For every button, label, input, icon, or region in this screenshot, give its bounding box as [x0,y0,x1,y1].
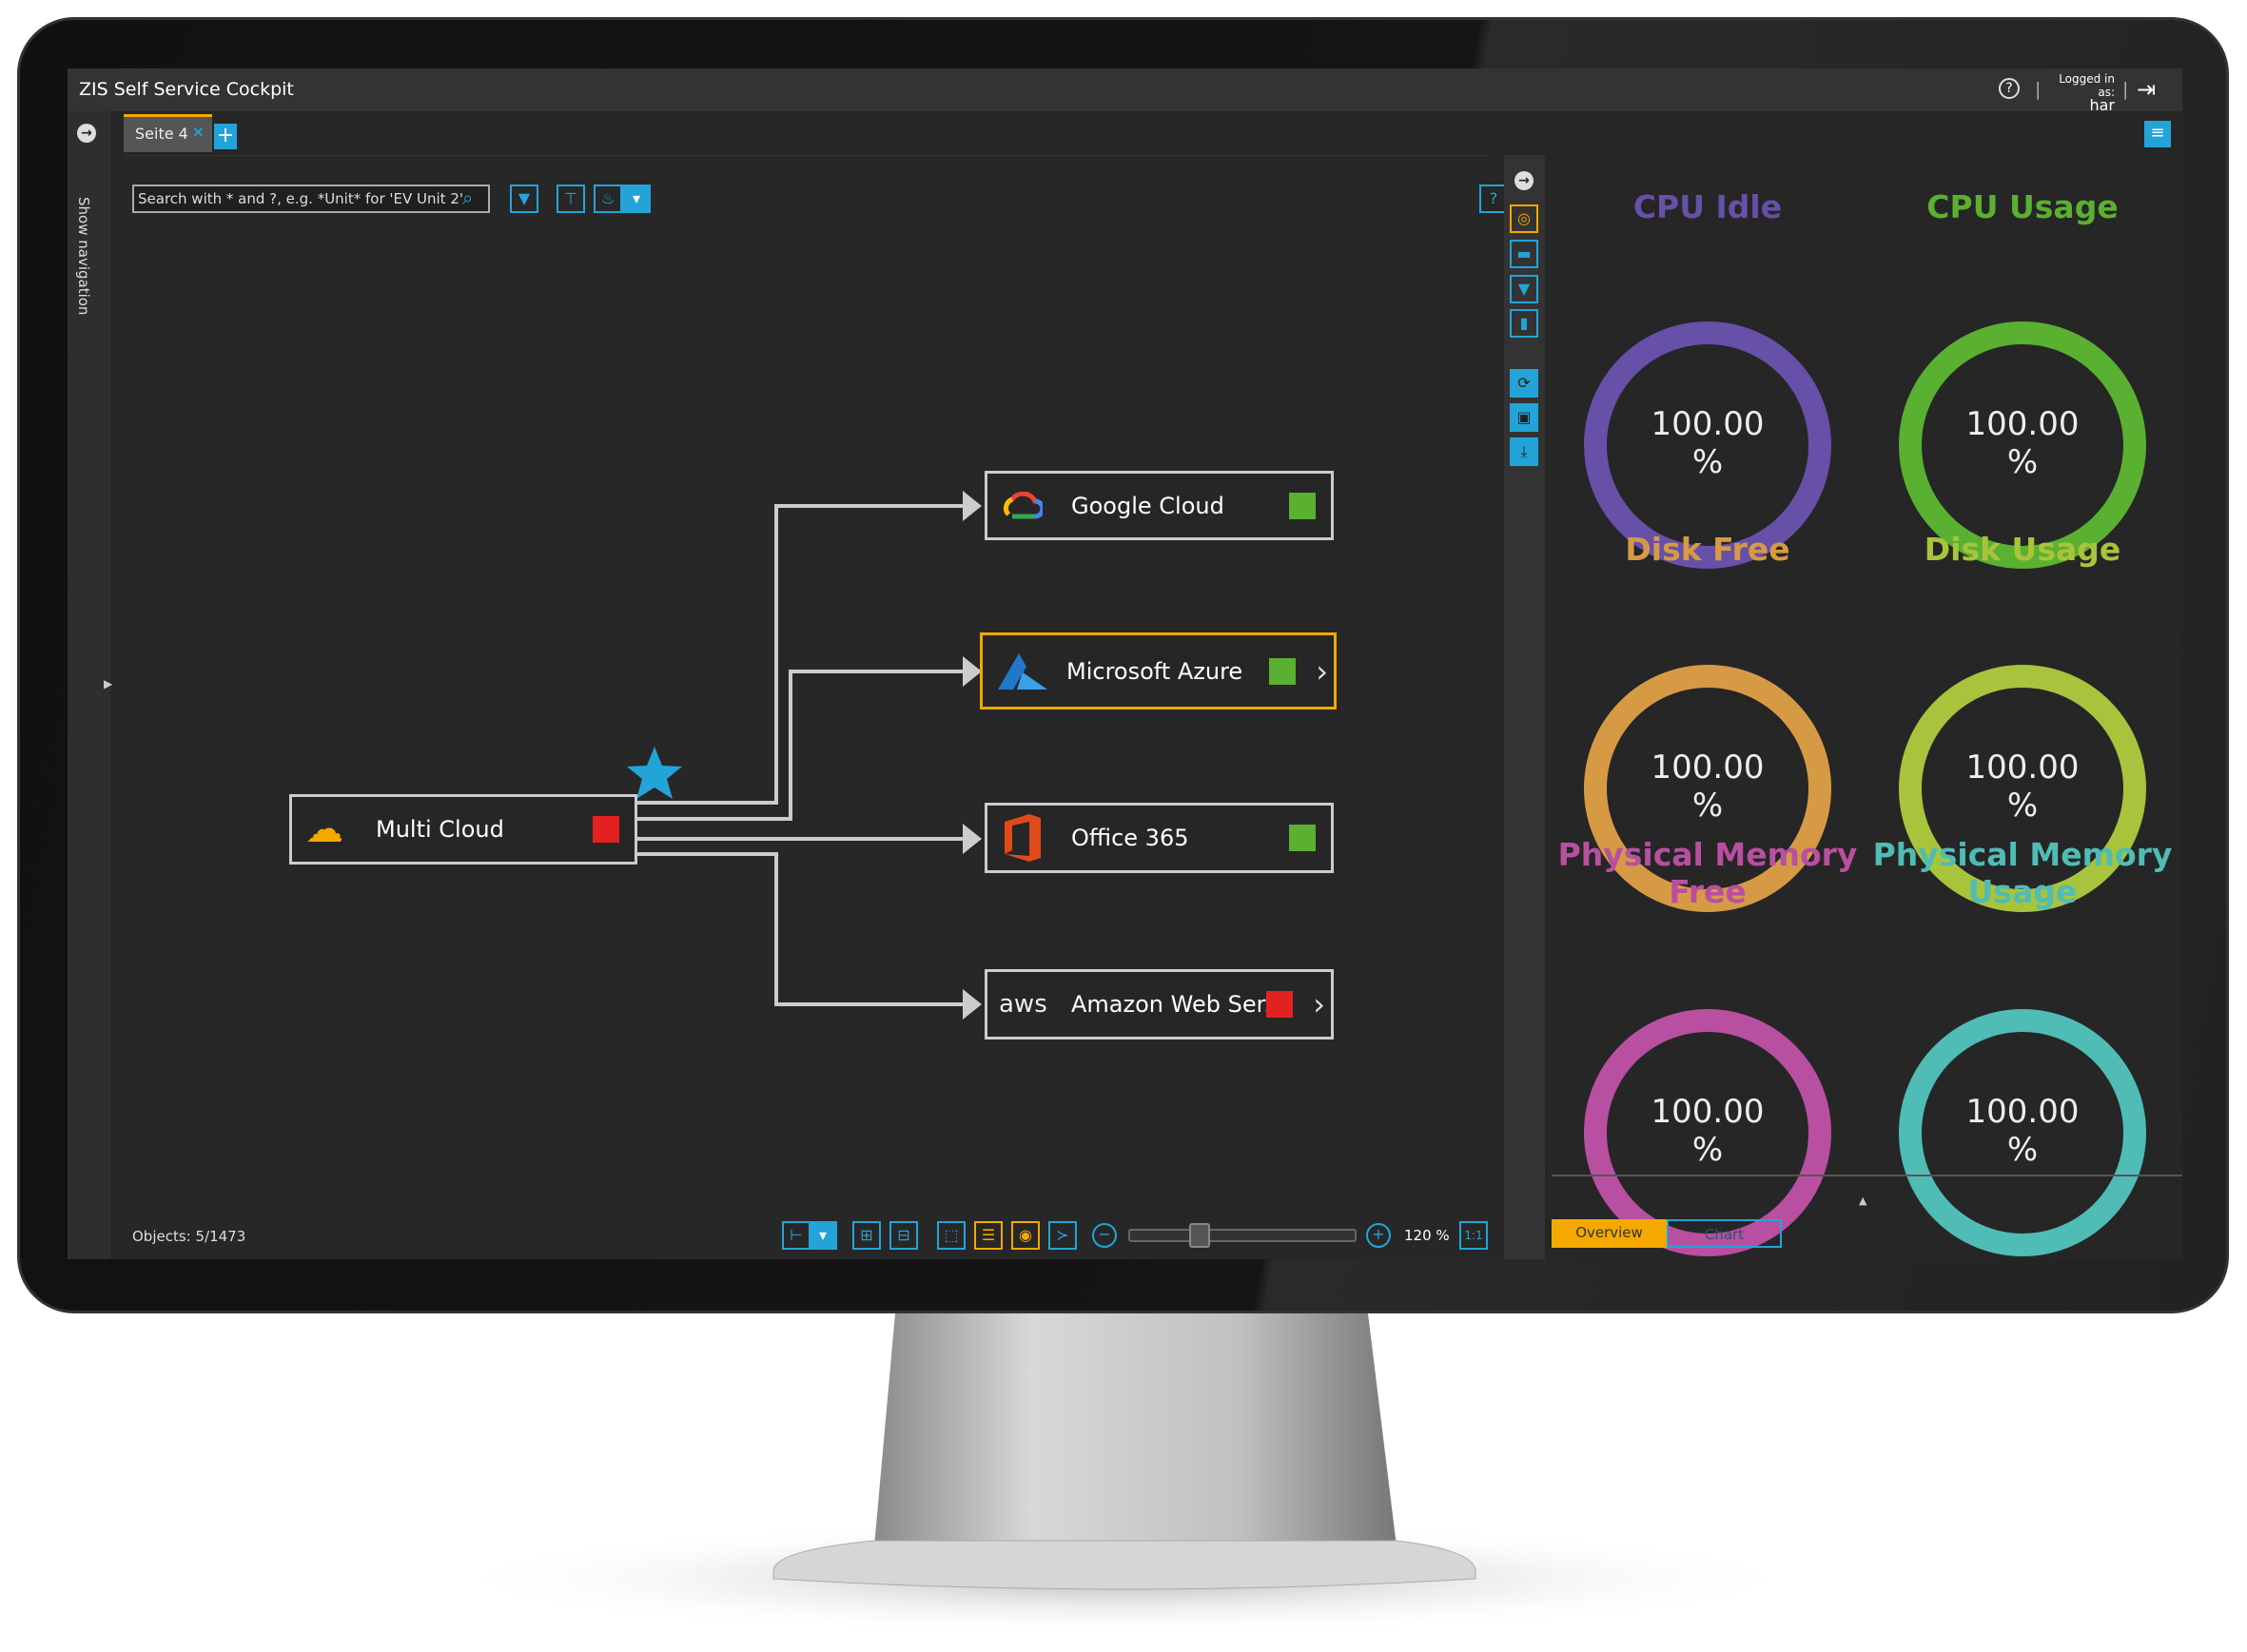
navigation-strip[interactable]: → Show navigation ▶ [68,111,112,1259]
star-icon [627,747,682,799]
gauge-number: 100.00 [1651,748,1765,787]
tree-view-button[interactable]: ≻ [1048,1221,1077,1250]
zoom-out-icon[interactable]: − [1092,1223,1117,1248]
google-cloud-icon [1004,491,1043,518]
monitor-stand [440,1313,1809,1636]
donut-chart-button[interactable]: ◎ [1510,204,1538,233]
node-label: Multi Cloud [376,816,504,843]
logout-icon[interactable]: ⇥ [2137,68,2156,111]
node-office-365[interactable]: Office 365 [985,803,1334,873]
status-indicator-green [1289,492,1316,519]
gauge-number: 100.00 [1965,1093,2080,1131]
zoom-slider[interactable] [1128,1223,1357,1248]
comment-button[interactable]: ☰ [974,1221,1003,1250]
title-bar: ZIS Self Service Cockpit ? | Logged in a… [68,68,2182,114]
connector-azure [637,670,970,821]
select-area-button[interactable]: ⬚ [937,1221,966,1250]
slider-handle[interactable] [1189,1223,1210,1248]
connector-google [637,504,970,805]
app-window: ZIS Self Service Cockpit ? | Logged in a… [68,68,2182,1259]
add-tab-button[interactable]: + [214,124,237,149]
show-navigation-label[interactable]: Show navigation [75,197,92,315]
node-multi-cloud[interactable]: ☁ Multi Cloud [289,794,637,865]
tab-label: Seite 4 [135,125,188,143]
cloud-icon: ☁ [305,807,343,851]
help-icon[interactable]: ? [1999,78,2020,99]
gauge-value: 100.00% [1593,405,1822,481]
zoom-level: 120 % [1404,1227,1450,1244]
save-button[interactable]: ▣ [1510,403,1538,432]
layout-dropdown-button[interactable]: ▾ [809,1221,837,1250]
bottom-toolbar: ⊢ ▾ ⊞ ⊟ ⬚ ☰ ◉ ≻ − + 120 % 1:1 ❚❚ [124,1221,1542,1259]
gauge-title: CPU Idle [1632,188,1783,225]
gauge-panel: CPU Idle 100.00% CPU Usage 100.00% Disk Free… [1551,155,2182,1259]
one-to-one-button[interactable]: 1:1 [1459,1221,1488,1250]
gauge-title: CPU Usage [1926,188,2119,225]
office-icon [1005,814,1041,862]
app-title: ZIS Self Service Cockpit [79,79,294,100]
gauge-unit: % [1691,1131,1724,1169]
chevron-right-icon[interactable]: › [1313,989,1325,1020]
gauge-number: 100.00 [1965,405,2080,443]
expand-caret-icon[interactable]: ▶ [104,677,112,690]
gauge-unit: % [2006,1131,2039,1169]
chevron-right-icon[interactable]: › [1316,656,1328,687]
diagram-canvas[interactable]: Search with * and ?, e.g. *Unit* for 'EV… [124,155,1542,1259]
node-amazon-web-services[interactable]: aws Amazon Web Ser... › [985,969,1334,1040]
status-indicator-green [1269,657,1296,685]
download-button[interactable]: ⤓ [1510,437,1538,466]
gauge-value: 100.00% [1908,748,2137,825]
gauge-title: Physical Memory Free [1557,836,1858,910]
gauge-unit: % [1691,443,1724,481]
layout-tree-button[interactable]: ⊢ [782,1221,811,1250]
connector-aws [637,852,970,1006]
gauge-value: 100.00% [1593,1093,1822,1169]
aws-icon: aws [999,990,1047,1019]
expand-all-button[interactable]: ⊞ [852,1221,881,1250]
tab-chart[interactable]: Chart [1667,1219,1782,1248]
collapse-caret-icon[interactable]: ▲ [1859,1195,1866,1207]
gauge-value: 100.00% [1908,405,2137,481]
node-microsoft-azure[interactable]: Microsoft Azure › [980,632,1337,709]
status-indicator-green [1289,825,1316,851]
gauge-title: Disk Usage [1924,531,2121,568]
filter-panel-button[interactable]: ▼ [1510,275,1538,303]
gauge-number: 100.00 [1651,1093,1765,1131]
azure-icon [998,652,1047,690]
node-label: Amazon Web Ser... [1071,991,1286,1018]
logged-in-label: Logged in as: [2059,72,2115,99]
broadcast-button[interactable]: ◉ [1011,1221,1040,1250]
gauge-title: Disk Free [1625,531,1790,568]
zoom-in-icon[interactable]: + [1366,1223,1391,1248]
arrow-right-icon[interactable]: → [77,124,96,143]
close-tab-icon[interactable]: × [192,115,205,149]
gauge-unit: % [2006,787,2039,825]
menu-icon[interactable]: ≡ [2144,121,2171,147]
gauge-number: 100.00 [1651,405,1765,443]
status-indicator-red [593,816,619,843]
tab-overview[interactable]: Overview [1552,1219,1667,1248]
refresh-button[interactable]: ⟳ [1510,369,1538,398]
collapse-all-button[interactable]: ⊟ [889,1221,918,1250]
node-label: Office 365 [1071,825,1189,851]
user-name: har [2089,96,2115,114]
gauge-number: 100.00 [1965,748,2080,787]
gauge-title: Physical Memory Usage [1872,836,2173,910]
table-button[interactable]: ▬ [1510,240,1538,268]
panel-toolbar: → ◎ ▬ ▼ ▮ ⟳ ▣ ⤓ [1504,155,1545,1259]
node-label: Google Cloud [1071,492,1224,519]
bar-chart-button[interactable]: ▮ [1510,309,1538,338]
gauge-unit: % [2006,443,2039,481]
node-label: Microsoft Azure [1066,657,1243,685]
gauge-unit: % [1691,787,1724,825]
status-indicator-red [1266,991,1293,1018]
gauge-value: 100.00% [1593,748,1822,825]
gauge-value: 100.00% [1908,1093,2137,1169]
arrow-right-icon[interactable]: → [1514,171,1534,190]
node-google-cloud[interactable]: Google Cloud [985,471,1334,540]
tab-seite-4[interactable]: Seite 4 × [124,114,212,152]
